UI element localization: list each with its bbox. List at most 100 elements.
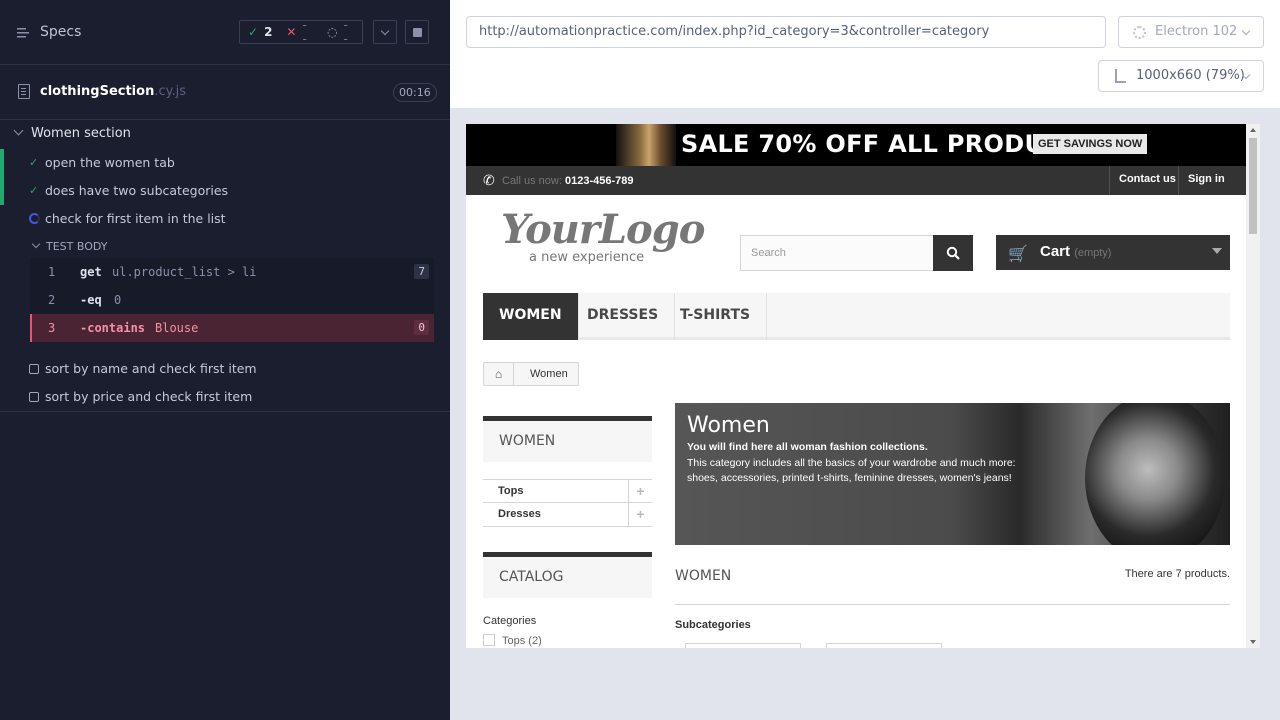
app-under-test-panel: http://automationpractice.com/index.php?…	[450, 0, 1280, 720]
search-button[interactable]	[933, 235, 973, 271]
category-title: Women	[687, 413, 770, 438]
command-count: 7	[414, 264, 429, 279]
top-nav: ✆ Call us now: 0123-456-789 Contact us S…	[466, 166, 1246, 195]
passed-count: 2	[264, 25, 273, 39]
file-icon	[18, 84, 30, 99]
pending-icon: ◌	[327, 25, 338, 39]
stop-icon	[412, 27, 422, 37]
iframe-scrollbar[interactable]	[1246, 124, 1260, 648]
divider	[0, 411, 450, 412]
specs-list-icon[interactable]	[17, 26, 31, 40]
category-banner: Women You will find here all woman fashi…	[675, 403, 1230, 545]
command-row[interactable]: 2 -eq 0	[30, 286, 434, 314]
command-count: 0	[414, 320, 429, 335]
chevron-down-icon	[1241, 26, 1251, 36]
search-icon	[946, 246, 960, 260]
pending-icon	[29, 364, 39, 374]
scroll-down-icon[interactable]	[1250, 640, 1256, 644]
test-row[interactable]: ✓ does have two subcategories	[0, 177, 450, 205]
logo-main: YourLogo	[501, 206, 705, 253]
sidebar-title: WOMEN	[483, 416, 652, 462]
tops-filter-label: Tops (2)	[502, 635, 542, 647]
products-count: There are 7 products.	[1124, 568, 1230, 580]
test-title: sort by name and check first item	[45, 361, 257, 376]
chevron-down-icon	[13, 125, 24, 136]
sidebar-item-tops[interactable]: Tops +	[483, 479, 652, 503]
subcategory-card[interactable]	[826, 643, 942, 648]
subcategory-card[interactable]	[685, 643, 801, 648]
aut-iframe[interactable]: SALE 70% OFF ALL PRODUCTS GET SAVINGS NO…	[466, 124, 1260, 648]
gear-icon	[1133, 26, 1146, 39]
plus-icon[interactable]: +	[628, 480, 652, 503]
command-number: 2	[48, 293, 56, 307]
categories-label: Categories	[483, 615, 537, 627]
spec-file-name[interactable]: clothingSection.cy.js	[40, 84, 186, 99]
category-subtitle: You will find here all woman fashion col…	[687, 441, 928, 453]
breadcrumb: ⌂ Women	[483, 362, 579, 386]
test-row[interactable]: check for first item in the list	[0, 205, 450, 233]
expand-button[interactable]	[373, 20, 397, 44]
command-row[interactable]: 1 get ul.product_list > li 7	[30, 258, 434, 286]
cart-button[interactable]: 🛒 Cart (empty)	[996, 235, 1230, 270]
check-icon: ✓	[29, 156, 39, 169]
test-row[interactable]: sort by name and check first item	[0, 355, 450, 383]
sidebar-item-dresses[interactable]: Dresses +	[483, 503, 652, 527]
cart-label: Cart	[1040, 243, 1071, 260]
suite-title: Women section	[31, 126, 131, 141]
viewport-scale: (79%)	[1205, 68, 1245, 83]
passed-indicator	[0, 149, 4, 177]
site-logo[interactable]: YourLogo a new experience	[501, 206, 705, 270]
breadcrumb-current: Women	[530, 368, 568, 380]
ruler-icon	[1115, 69, 1126, 83]
scroll-up-icon[interactable]	[1250, 128, 1256, 132]
command-message: ul.product_list > li	[112, 265, 257, 279]
test-title: does have two subcategories	[45, 183, 229, 198]
command-message: Blouse	[155, 321, 199, 335]
divider	[675, 604, 1230, 605]
contact-us-link[interactable]: Contact us	[1109, 166, 1185, 195]
test-body-label[interactable]: TEST BODY	[46, 240, 107, 253]
call-us: Call us now: 0123-456-789	[502, 175, 634, 187]
url-bar[interactable]: http://automationpractice.com/index.php?…	[466, 16, 1106, 48]
test-title: open the women tab	[45, 155, 175, 170]
stats-box: ✓ 2 ✕ -- ◌ --	[239, 18, 363, 46]
category-description: This category includes all the basics of…	[687, 457, 1016, 484]
sale-banner[interactable]: SALE 70% OFF ALL PRODUCTS GET SAVINGS NO…	[466, 124, 1246, 166]
viewport-size: 1000x660	[1136, 68, 1202, 83]
menu-women[interactable]: WOMEN	[483, 293, 579, 340]
category-heading: WOMEN	[675, 568, 732, 584]
stop-button[interactable]	[405, 20, 429, 44]
passed-indicator	[0, 177, 4, 205]
spinner-icon	[29, 213, 40, 224]
pending-icon	[29, 392, 39, 402]
suite-row[interactable]: Women section	[0, 124, 450, 146]
scroll-thumb[interactable]	[1249, 138, 1257, 234]
logo-tagline: a new experience	[529, 250, 645, 265]
pending-count: --	[343, 18, 348, 46]
cross-icon: ✕	[286, 25, 297, 39]
menu-tshirts[interactable]: T-SHIRTS	[664, 293, 768, 340]
subcategories-label: Subcategories	[675, 619, 751, 631]
get-savings-button[interactable]: GET SAVINGS NOW	[1033, 134, 1148, 154]
test-row[interactable]: sort by price and check first item	[0, 383, 450, 411]
tops-checkbox[interactable]	[483, 634, 495, 646]
plus-icon[interactable]: +	[628, 503, 652, 526]
reporter-panel: Specs ✓ 2 ✕ -- ◌ -- clothingSection.cy.j…	[0, 0, 450, 720]
test-title: check for first item in the list	[45, 211, 226, 226]
main-menu: WOMEN DRESSES T-SHIRTS	[483, 293, 1230, 340]
phone-icon: ✆	[483, 172, 495, 188]
viewport-selector[interactable]: 1000x660 (79%)	[1098, 60, 1264, 92]
command-row-failed[interactable]: 3 -contains Blouse 0	[30, 314, 434, 342]
specs-title[interactable]: Specs	[40, 24, 81, 40]
reporter-header: Specs ✓ 2 ✕ -- ◌ --	[0, 0, 450, 65]
check-icon: ✓	[29, 184, 39, 197]
caret-down-icon	[1212, 248, 1222, 254]
browser-label: Electron 102	[1155, 24, 1238, 39]
home-icon[interactable]: ⌂	[484, 363, 514, 385]
test-row[interactable]: ✓ open the women tab	[0, 149, 450, 177]
sign-in-link[interactable]: Sign in	[1178, 166, 1234, 195]
search-input[interactable]: Search	[740, 235, 934, 271]
browser-selector[interactable]: Electron 102	[1118, 16, 1264, 48]
command-name: -eq	[80, 293, 102, 307]
menu-dresses[interactable]: DRESSES	[571, 293, 676, 340]
